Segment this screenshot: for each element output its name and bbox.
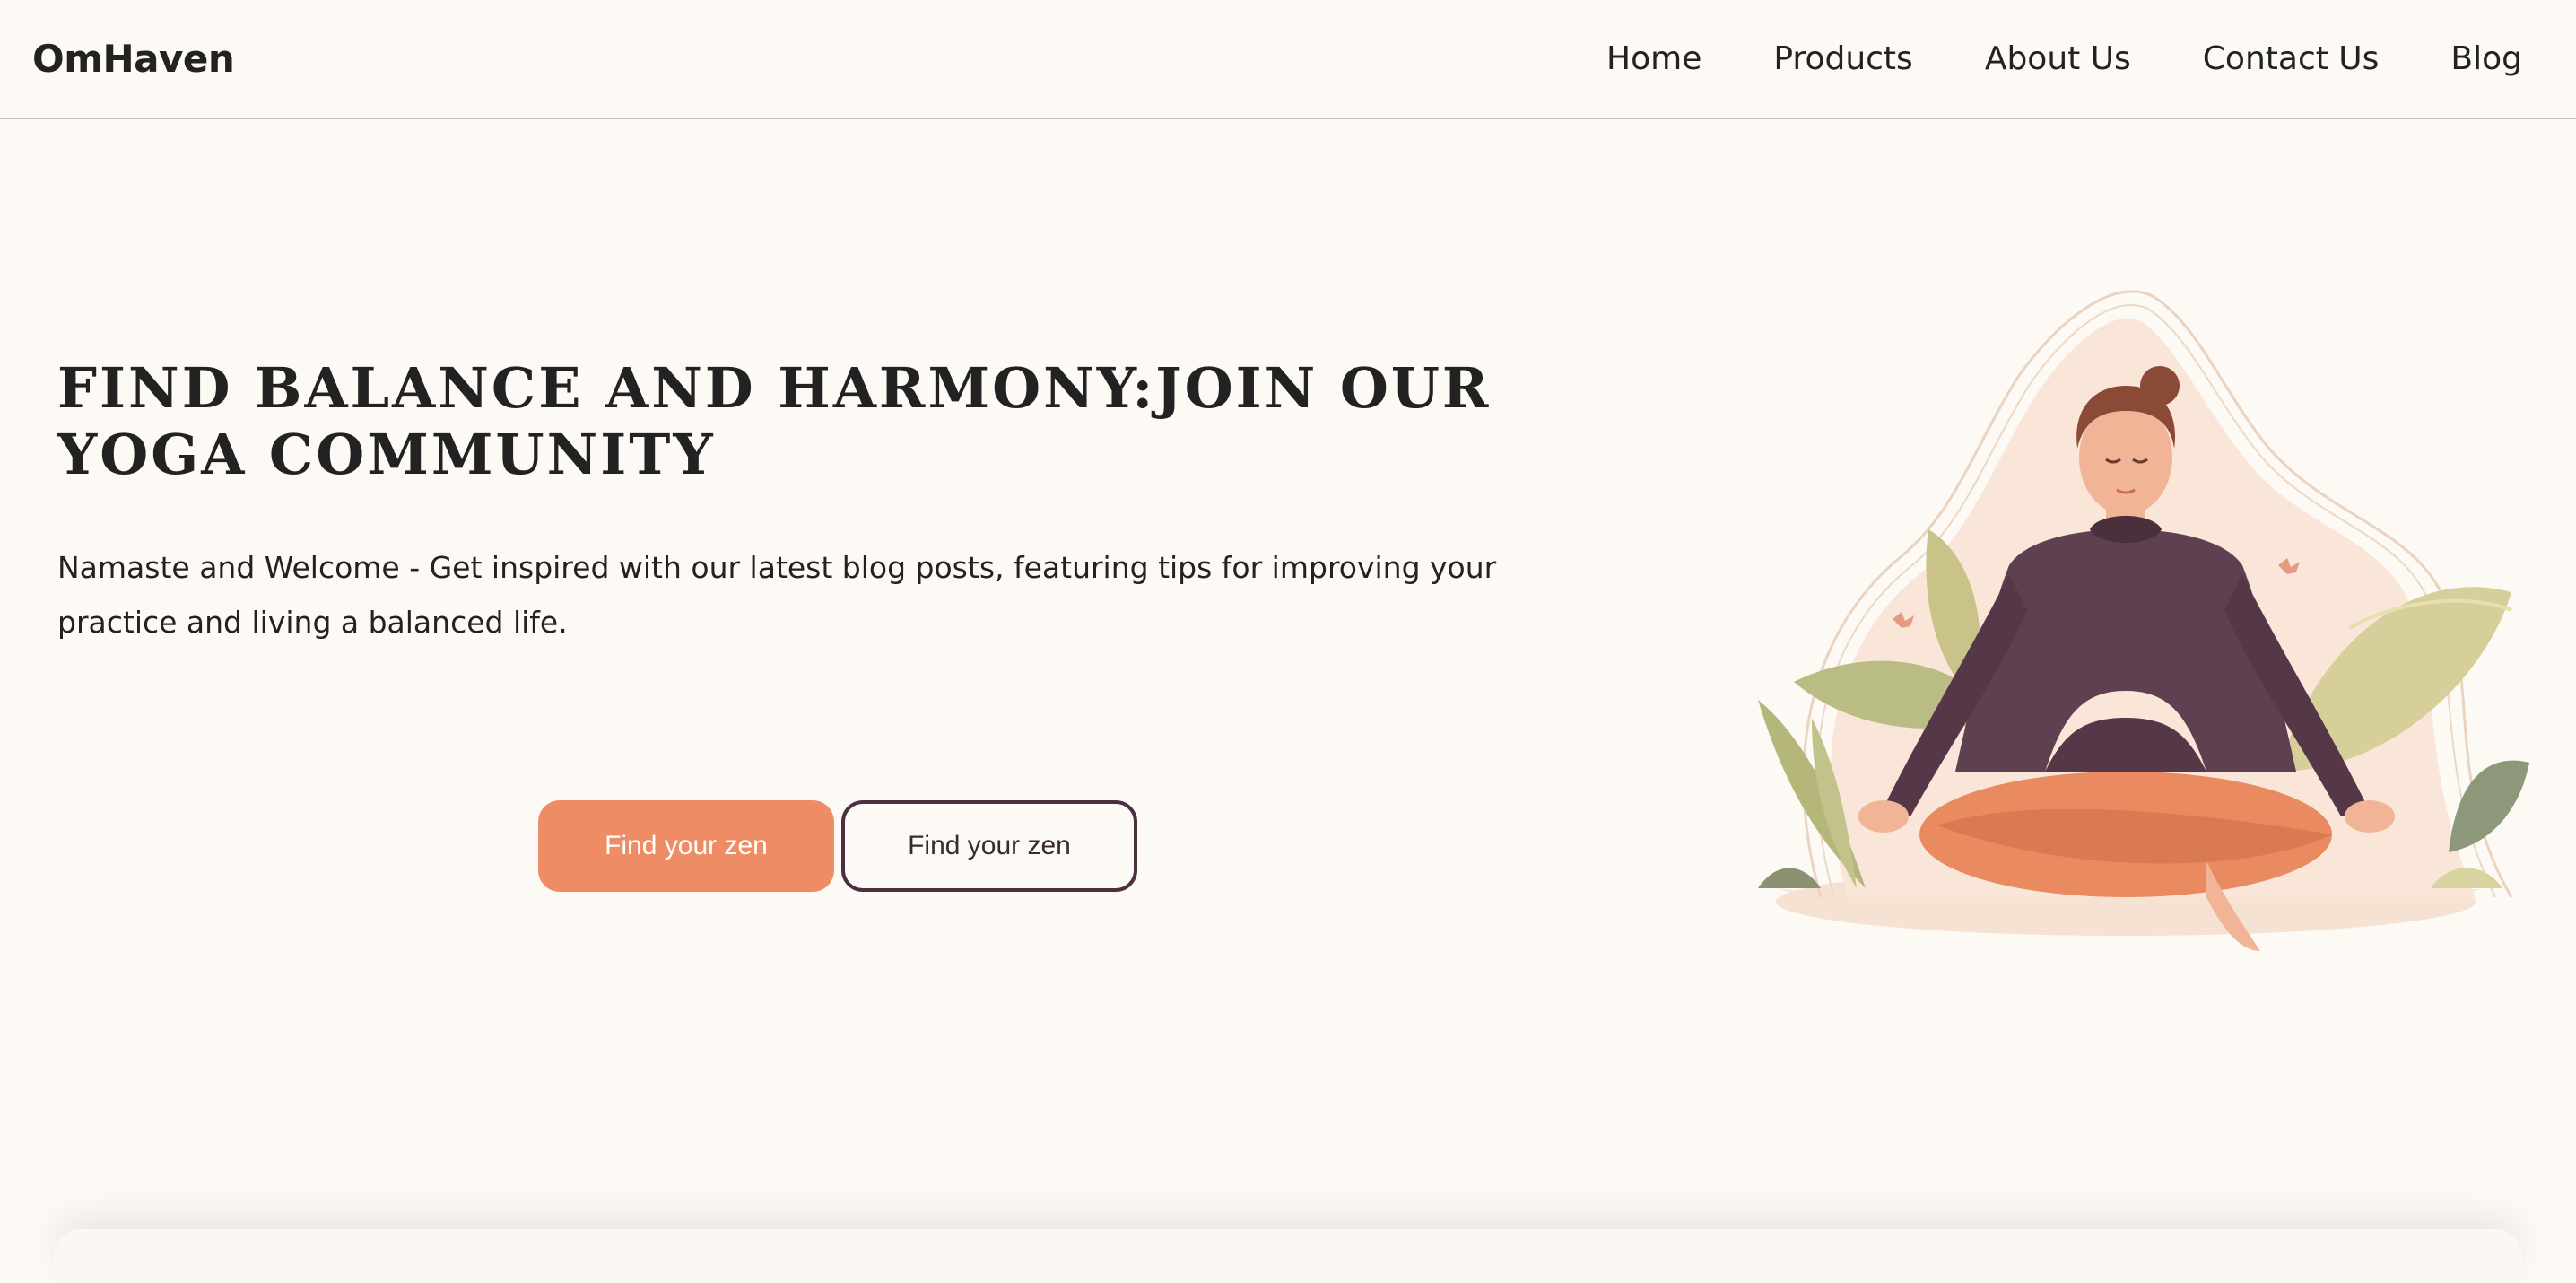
- nav-link-about-us[interactable]: About Us: [1985, 34, 2131, 84]
- nav-link-home[interactable]: Home: [1606, 34, 1701, 84]
- rock-left: [1758, 868, 1821, 888]
- nav-link-contact-us[interactable]: Contact Us: [2203, 34, 2380, 84]
- meditating-woman-illustration: [1758, 290, 2529, 951]
- hero-subtitle: Namaste and Welcome - Get inspired with …: [57, 550, 1497, 640]
- hair-bun: [2140, 366, 2180, 406]
- leaf-right-small: [2449, 760, 2529, 852]
- hero-title: Find Balance and Harmony:Join Our Yoga C…: [57, 355, 1492, 487]
- find-your-zen-primary-button[interactable]: Find your zen: [538, 800, 834, 892]
- main-nav: Home Products About Us Contact Us Blog: [1606, 34, 2522, 84]
- hand-right: [2345, 800, 2395, 833]
- site-header: OmHaven Home Products About Us Contact U…: [0, 0, 2576, 119]
- bottom-card-edge: [54, 1229, 2522, 1283]
- nav-link-blog[interactable]: Blog: [2450, 34, 2522, 84]
- nav-link-products[interactable]: Products: [1773, 34, 1912, 84]
- find-your-zen-secondary-button[interactable]: Find your zen: [841, 800, 1137, 892]
- brand-logo[interactable]: OmHaven: [32, 34, 235, 84]
- hand-left: [1858, 800, 1909, 833]
